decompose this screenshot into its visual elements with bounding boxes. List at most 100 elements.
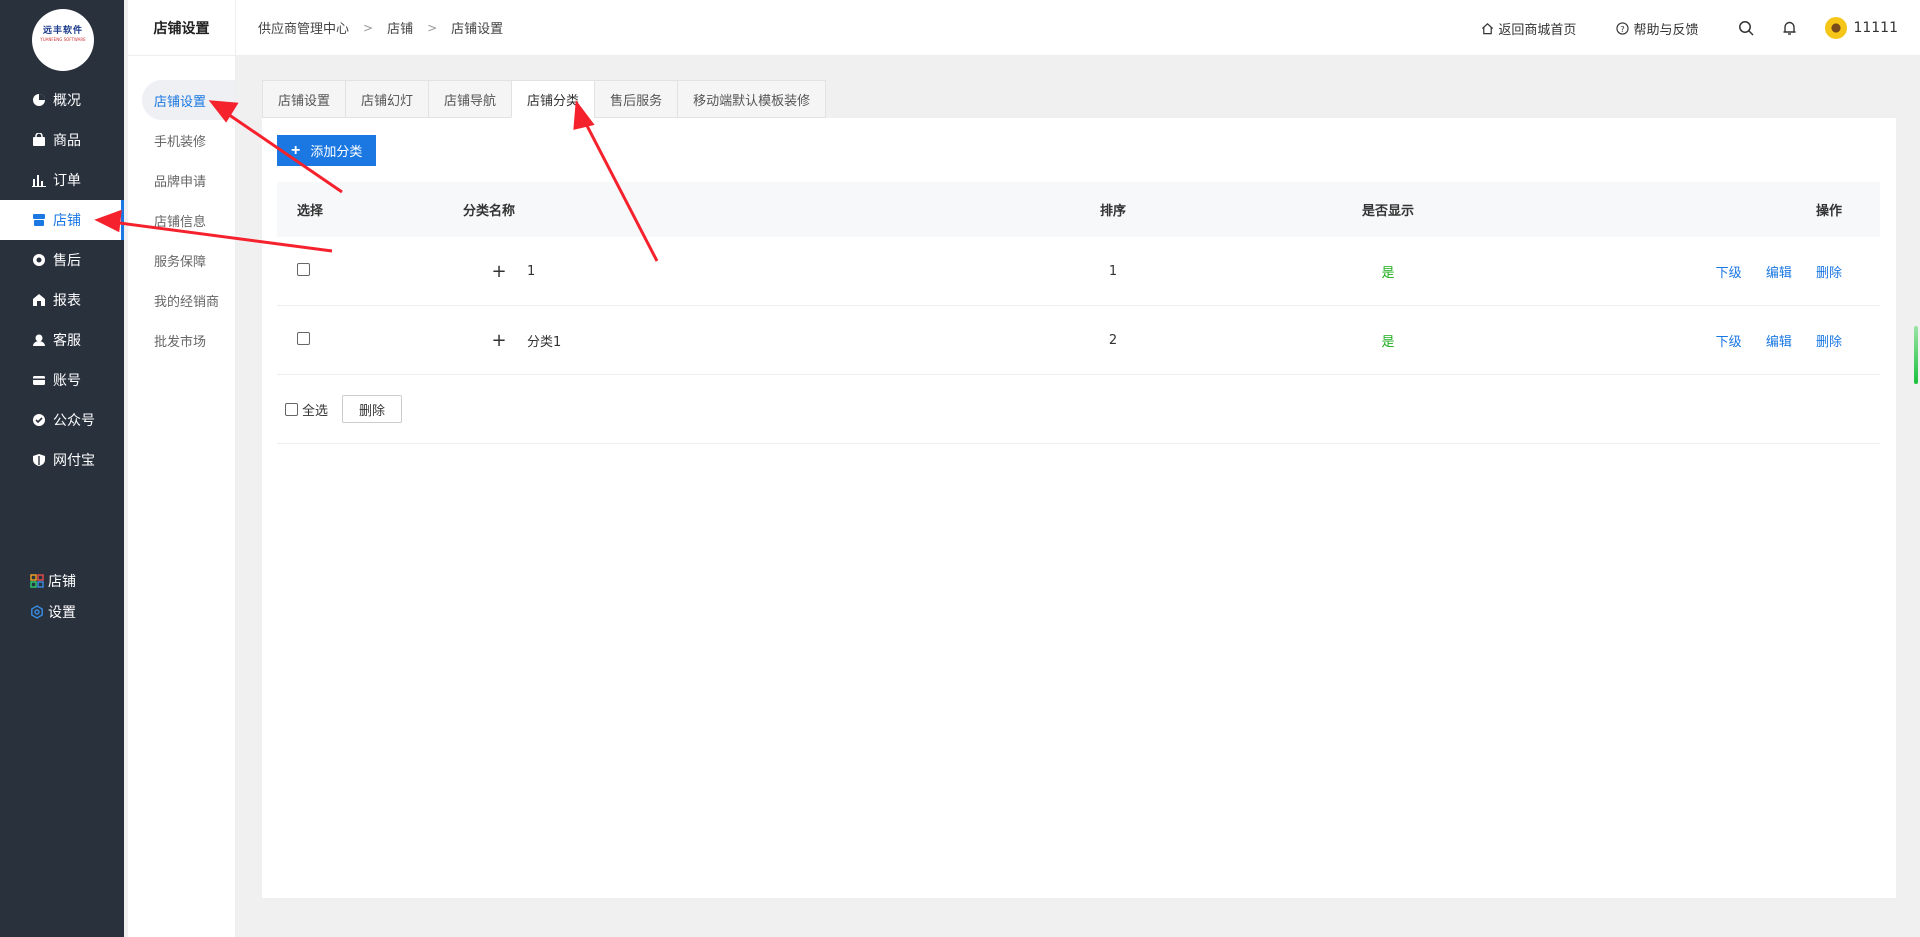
row-edit-link[interactable]: 编辑 bbox=[1766, 335, 1792, 350]
bar-chart-icon bbox=[32, 173, 46, 187]
main-content: 店铺设置 店铺幻灯 店铺导航 店铺分类 售后服务 移动端默认模板装修 + 添加分… bbox=[262, 80, 1896, 898]
tab-bar: 店铺设置 店铺幻灯 店铺导航 店铺分类 售后服务 移动端默认模板装修 bbox=[262, 80, 1896, 118]
pie-chart-icon bbox=[32, 93, 46, 107]
table-footer: 全选 删除 bbox=[277, 375, 1880, 444]
hexagon-gear-icon bbox=[30, 604, 44, 619]
expand-plus-icon[interactable]: + bbox=[487, 330, 511, 351]
bell-icon bbox=[1783, 21, 1796, 35]
subnav-item-wholesale-market[interactable]: 批发市场 bbox=[128, 320, 235, 360]
bottom-link-store[interactable]: 店铺 bbox=[30, 565, 76, 596]
notification-button[interactable] bbox=[1782, 20, 1801, 36]
select-all-label[interactable]: 全选 bbox=[302, 400, 328, 419]
tab-mobile-template[interactable]: 移动端默认模板装修 bbox=[677, 80, 827, 118]
row-actions: 下级 编辑 删除 bbox=[1518, 331, 1880, 350]
username: 11111 bbox=[1853, 20, 1898, 36]
scrollbar-indicator[interactable] bbox=[1914, 326, 1918, 384]
nav-item-payment[interactable]: 网付宝 bbox=[0, 440, 124, 480]
header-actions: 返回商城首页 ? 帮助与反馈 11111 bbox=[1441, 0, 1898, 56]
search-icon bbox=[1739, 21, 1754, 36]
search-button[interactable] bbox=[1738, 20, 1758, 36]
company-logo[interactable]: 远丰软件 YUANFENG SOFTWARE bbox=[32, 9, 94, 71]
subnav-item-service-guarantee[interactable]: 服务保障 bbox=[128, 240, 235, 280]
nav-item-label: 网付宝 bbox=[53, 453, 95, 469]
subnav-item-my-distributors[interactable]: 我的经销商 bbox=[128, 280, 235, 320]
select-all-checkbox[interactable] bbox=[285, 402, 298, 416]
breadcrumb-item[interactable]: 店铺 bbox=[387, 18, 413, 37]
nav-item-account[interactable]: 账号 bbox=[0, 360, 124, 400]
tab-store-settings[interactable]: 店铺设置 bbox=[262, 80, 346, 118]
row-checkbox[interactable] bbox=[297, 331, 310, 345]
user-menu[interactable]: 11111 bbox=[1825, 17, 1898, 39]
subnav-item-brand-application[interactable]: 品牌申请 bbox=[128, 160, 235, 200]
row-delete-link[interactable]: 删除 bbox=[1816, 266, 1842, 281]
row-name-cell: + 分类1 bbox=[461, 330, 968, 351]
nav-item-label: 店铺 bbox=[53, 213, 81, 229]
nav-item-label: 报表 bbox=[53, 293, 81, 309]
nav-item-reports[interactable]: 报表 bbox=[0, 280, 124, 320]
nav-item-label: 售后 bbox=[53, 253, 81, 269]
logo-text: 远丰软件 bbox=[42, 26, 83, 36]
header-sort: 排序 bbox=[1099, 204, 1126, 219]
row-child-link[interactable]: 下级 bbox=[1716, 266, 1742, 281]
breadcrumb: 供应商管理中心 > 店铺 > 店铺设置 bbox=[236, 18, 504, 38]
row-sort: 1 bbox=[1108, 263, 1118, 279]
subnav-list: 店铺设置 手机装修 品牌申请 店铺信息 服务保障 我的经销商 批发市场 bbox=[128, 56, 235, 360]
bottom-link-settings[interactable]: 设置 bbox=[30, 596, 76, 627]
report-icon bbox=[32, 293, 46, 307]
row-show-status: 是 bbox=[1381, 334, 1395, 350]
row-child-link[interactable]: 下级 bbox=[1716, 335, 1742, 350]
row-actions: 下级 编辑 删除 bbox=[1518, 262, 1880, 281]
subnav-title: 店铺设置 bbox=[128, 0, 235, 56]
nav-item-label: 订单 bbox=[53, 173, 81, 189]
tab-panel: + 添加分类 选择 分类名称 排序 是否显示 操作 + 1 1 是 下级 编辑 … bbox=[262, 118, 1896, 898]
row-delete-link[interactable]: 删除 bbox=[1816, 335, 1842, 350]
nav-item-label: 客服 bbox=[53, 333, 81, 349]
add-category-button[interactable]: + 添加分类 bbox=[277, 135, 377, 166]
badge-check-icon bbox=[32, 413, 46, 427]
bulk-delete-button[interactable]: 删除 bbox=[342, 395, 403, 423]
apps-grid-icon bbox=[30, 573, 44, 588]
tab-store-slides[interactable]: 店铺幻灯 bbox=[345, 80, 429, 118]
main-sidebar: 远丰软件 YUANFENG SOFTWARE 概况 商品 订单 店铺 售后 报表 bbox=[0, 0, 124, 937]
bottom-link-label: 设置 bbox=[48, 604, 76, 621]
plus-icon: + bbox=[291, 141, 301, 159]
header-ops: 操作 bbox=[1815, 204, 1842, 219]
subnav-item-mobile-decoration[interactable]: 手机装修 bbox=[128, 120, 235, 160]
home-link-label: 返回商城首页 bbox=[1498, 22, 1577, 38]
bottom-link-label: 店铺 bbox=[48, 573, 76, 590]
nav-item-label: 公众号 bbox=[53, 413, 95, 429]
tab-store-categories[interactable]: 店铺分类 bbox=[511, 80, 595, 118]
card-icon bbox=[32, 373, 46, 387]
header-show: 是否显示 bbox=[1361, 204, 1414, 219]
tab-after-sale-service[interactable]: 售后服务 bbox=[594, 80, 678, 118]
subnav-item-store-info[interactable]: 店铺信息 bbox=[128, 200, 235, 240]
nav-item-aftersale[interactable]: 售后 bbox=[0, 240, 124, 280]
nav-item-store[interactable]: 店铺 bbox=[0, 200, 124, 240]
sidebar-bottom-links: 店铺 设置 bbox=[30, 565, 76, 627]
header-name: 分类名称 bbox=[463, 204, 516, 219]
table-row: + 1 1 是 下级 编辑 删除 bbox=[277, 237, 1880, 306]
home-link[interactable]: 返回商城首页 bbox=[1481, 19, 1576, 38]
nav-item-overview[interactable]: 概况 bbox=[0, 80, 124, 120]
add-category-label: 添加分类 bbox=[310, 144, 363, 159]
row-edit-link[interactable]: 编辑 bbox=[1766, 266, 1792, 281]
tab-store-navigation[interactable]: 店铺导航 bbox=[428, 80, 512, 118]
home-icon bbox=[1482, 22, 1494, 34]
avatar bbox=[1825, 17, 1848, 39]
nav-item-official-account[interactable]: 公众号 bbox=[0, 400, 124, 440]
store-icon bbox=[32, 213, 46, 227]
breadcrumb-item-current: 店铺设置 bbox=[451, 22, 504, 37]
row-checkbox[interactable] bbox=[297, 262, 310, 276]
row-sort: 2 bbox=[1108, 332, 1118, 348]
subnav-item-store-settings[interactable]: 店铺设置 bbox=[142, 80, 235, 120]
nav-item-orders[interactable]: 订单 bbox=[0, 160, 124, 200]
nav-item-goods[interactable]: 商品 bbox=[0, 120, 124, 160]
nav-item-customer-service[interactable]: 客服 bbox=[0, 320, 124, 360]
row-name: 分类1 bbox=[527, 334, 562, 350]
expand-plus-icon[interactable]: + bbox=[487, 261, 511, 282]
chevron-right-icon: > bbox=[363, 20, 374, 35]
nav-item-label: 概况 bbox=[53, 93, 81, 109]
help-link[interactable]: ? 帮助与反馈 bbox=[1616, 19, 1698, 38]
breadcrumb-item[interactable]: 供应商管理中心 bbox=[258, 18, 349, 37]
row-name: 1 bbox=[527, 263, 536, 279]
